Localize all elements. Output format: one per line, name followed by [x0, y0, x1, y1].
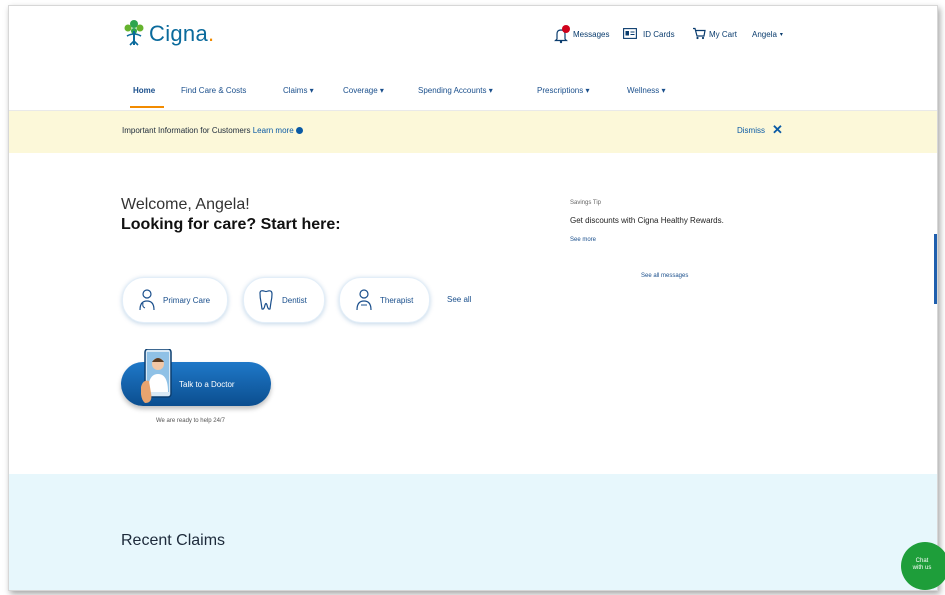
active-tab-indicator — [130, 106, 164, 108]
message-body: Get discounts with Cigna Healthy Rewards… — [570, 216, 724, 225]
therapist-label: Therapist — [380, 295, 414, 305]
nav-home[interactable]: Home — [133, 86, 155, 95]
message-title: Savings Tip — [570, 200, 602, 206]
cart-icon — [693, 27, 706, 40]
logo-text: Cigna. — [149, 21, 215, 46]
nav-find-care[interactable]: Find Care & Costs — [181, 86, 246, 95]
nav-prescriptions[interactable]: Prescriptions ▾ — [537, 86, 590, 95]
tooth-icon — [259, 290, 273, 310]
nav-wellness[interactable]: Wellness ▾ — [627, 86, 666, 95]
chat-label: Chat with us — [912, 558, 932, 571]
chevron-down-icon: ▾ — [779, 32, 783, 38]
learn-more-link[interactable]: Learn more — [253, 126, 294, 135]
see-all-messages-link[interactable]: See all messages — [641, 273, 688, 279]
nav-claims[interactable]: Claims ▾ — [283, 86, 314, 95]
doctor-on-phone-image — [141, 349, 172, 403]
close-icon[interactable]: ✕ — [772, 122, 783, 138]
notification-badge — [562, 25, 570, 33]
messages-link[interactable]: Messages — [573, 30, 609, 39]
nav-coverage[interactable]: Coverage ▾ — [343, 86, 384, 95]
banner-text: Important Information for Customers Lear… — [122, 126, 303, 135]
primary-care-label: Primary Care — [163, 295, 211, 305]
dentist-button[interactable]: Dentist — [243, 277, 325, 323]
welcome-greeting: Welcome, Angela! — [121, 196, 250, 213]
my-cart-link[interactable]: My Cart — [709, 30, 737, 39]
therapist-icon — [356, 289, 372, 311]
help-availability-text: We are ready to help 24/7 — [156, 418, 225, 424]
dentist-label: Dentist — [282, 295, 307, 305]
person-icon — [139, 289, 155, 311]
see-all-care-link[interactable]: See all — [447, 295, 471, 304]
tree-of-life-icon — [124, 20, 144, 46]
user-menu[interactable]: Angela ▾ — [752, 30, 783, 39]
browser-page: Cigna. Messages ID Cards My Cart Angela ▾… — [8, 5, 938, 591]
therapist-button[interactable]: Therapist — [339, 277, 430, 323]
care-headline: Looking for care? Start here: — [121, 216, 341, 233]
id-cards-link[interactable]: ID Cards — [643, 30, 675, 39]
nav-spending-accounts[interactable]: Spending Accounts ▾ — [418, 86, 493, 95]
primary-care-button[interactable]: Primary Care — [122, 277, 228, 323]
see-more-link[interactable]: See more — [570, 237, 596, 243]
recent-claims-title: Recent Claims — [121, 532, 226, 549]
id-card-icon — [623, 28, 637, 39]
talk-to-doctor-label: Talk to a Doctor — [179, 380, 235, 389]
cigna-logo[interactable]: Cigna. — [123, 19, 214, 49]
scrollbar[interactable] — [934, 234, 937, 304]
dismiss-button[interactable]: Dismiss — [737, 126, 765, 135]
info-icon — [295, 127, 303, 134]
